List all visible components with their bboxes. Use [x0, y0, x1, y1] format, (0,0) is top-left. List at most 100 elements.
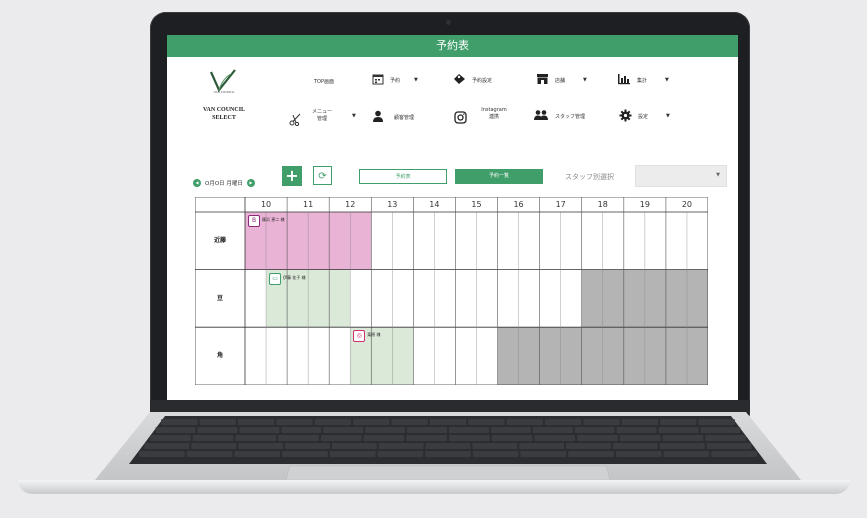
- hour-header: 11: [303, 200, 314, 209]
- hour-header: 20: [681, 200, 693, 209]
- keyboard-key: [363, 435, 405, 441]
- keyboard-key: [449, 427, 489, 433]
- keyboard-key: [429, 419, 467, 425]
- nav-reservation-settings[interactable]: 予約設定: [453, 73, 492, 87]
- nav-store-caret-icon: ▼: [583, 77, 587, 83]
- hour-header: 12: [345, 200, 356, 209]
- nav-reservation-caret-icon: ▼: [414, 77, 418, 83]
- keyboard-key: [711, 451, 757, 457]
- keyboard-key: [407, 427, 447, 433]
- nav-customer-mgmt[interactable]: 顧客管理: [372, 110, 414, 124]
- refresh-button[interactable]: ⟳: [313, 166, 332, 185]
- keyboard-key: [161, 419, 198, 425]
- keyboard-key: [191, 443, 237, 449]
- keyboard-key: [705, 435, 746, 441]
- laptop-front-edge: [18, 480, 850, 494]
- nav-top-screen[interactable]: TOP画面: [314, 74, 334, 88]
- instagram-icon: [454, 109, 467, 128]
- keyboard-key: [660, 419, 697, 425]
- keyboard-key: [282, 451, 328, 457]
- keyboard-key: [616, 427, 657, 433]
- nav-settings[interactable]: 設定 ▼: [619, 109, 670, 123]
- keyboard-key: [612, 443, 658, 449]
- app-logo[interactable]: VAN COUNCIL VAN COUNCIL SELECT: [197, 68, 251, 126]
- keyboard-key: [150, 435, 191, 441]
- nav-staff-mgmt[interactable]: スタッフ管理: [533, 109, 585, 123]
- keyboard-key: [506, 419, 543, 425]
- nav-instagram-line2: 連携: [488, 114, 499, 120]
- hour-header: 17: [555, 200, 566, 209]
- gear-icon: [619, 109, 632, 124]
- keyboard-key: [314, 419, 352, 425]
- keyboard-key: [281, 427, 322, 433]
- prev-day-button[interactable]: ◀: [193, 179, 201, 187]
- keyboard-key: [199, 419, 236, 425]
- hour-header: 10: [260, 200, 272, 209]
- keyboard-key: [519, 443, 565, 449]
- keyboard-key: [320, 435, 362, 441]
- nav-stats[interactable]: 集計 ▼: [617, 73, 669, 87]
- keyboard-key: [323, 427, 364, 433]
- date-navigator: ◀ O月O日 月曜日 ▶: [193, 177, 255, 189]
- keyboard-key: [663, 451, 710, 457]
- nav-reservation-label: 予約: [390, 77, 401, 84]
- staff-row-label: 豆: [216, 294, 223, 302]
- keyboard-key: [197, 427, 238, 433]
- keyboard-key: [706, 443, 752, 449]
- nav-reservation-settings-label: 予約設定: [472, 77, 493, 84]
- keyboard-key: [378, 443, 424, 449]
- tab-schedule[interactable]: 予約表: [359, 169, 447, 184]
- staff-select-label: スタッフ別選択: [565, 173, 614, 181]
- keyboard-key: [659, 443, 705, 449]
- keyboard-key: [566, 443, 611, 449]
- add-reservation-button[interactable]: +: [282, 166, 302, 186]
- keyboard-key: [577, 435, 618, 441]
- staff-select-dropdown[interactable]: ▼: [635, 165, 727, 187]
- next-day-button[interactable]: ▶: [246, 179, 255, 187]
- store-icon: [536, 73, 549, 87]
- keyboard-key: [532, 427, 573, 433]
- keyboard-key: [698, 419, 735, 425]
- laptop-keyboard-deck: [95, 412, 801, 481]
- tab-reservation-list[interactable]: 予約一覧: [455, 169, 543, 184]
- nav-menu-mgmt-label: メニュー 管理: [309, 109, 335, 123]
- tag-icon: [453, 73, 466, 87]
- keyboard-key: [472, 443, 518, 449]
- keyboard-key: [235, 435, 277, 441]
- app-screen: 予約表 VAN COUNCIL VAN COUNCIL SELECT TOP画面…: [167, 35, 738, 401]
- keyboard-key: [331, 443, 377, 449]
- keyboard-key: [155, 427, 196, 433]
- camera-icon: [446, 20, 451, 25]
- keyboard-key: [239, 427, 280, 433]
- user-icon: [372, 110, 384, 124]
- keyboard-key: [662, 435, 704, 441]
- nav-stats-label: 集計: [637, 77, 648, 84]
- nav-top-screen-label: TOP画面: [314, 78, 335, 85]
- keyboard-key: [377, 451, 424, 457]
- nav-store-label: 店舗: [555, 77, 566, 84]
- window-title: 予約表: [167, 35, 738, 57]
- users-icon: [533, 109, 549, 123]
- logo-brand: VAN COUNCIL SELECT: [197, 106, 251, 122]
- keyboard-key: [520, 451, 567, 457]
- keyboard-key: [619, 435, 661, 441]
- keyboard-key: [192, 435, 234, 441]
- logo-small-text: VAN COUNCIL: [213, 90, 235, 94]
- hour-header: 16: [513, 200, 524, 209]
- bar-chart-icon: [617, 73, 631, 87]
- nav-customer-mgmt-label: 顧客管理: [394, 114, 415, 121]
- keyboard-key: [700, 427, 741, 433]
- keyboard-key: [391, 419, 428, 425]
- nav-reservation[interactable]: 予約 ▼: [372, 73, 418, 87]
- nav-store[interactable]: 店舗 ▼: [536, 73, 587, 87]
- keyboard-key: [425, 443, 471, 449]
- hour-header: 19: [639, 200, 650, 209]
- nav-settings-caret-icon: ▼: [666, 113, 670, 119]
- keyboard-key: [491, 435, 533, 441]
- keyboard-key: [237, 419, 275, 425]
- logo-brand-line2: SELECT: [212, 115, 236, 121]
- nav-menu-mgmt-line1: メニュー: [311, 109, 332, 115]
- scissors-icon: [289, 111, 302, 130]
- keyboard-key: [144, 443, 190, 449]
- nav-instagram-line1: Instagram: [481, 107, 507, 113]
